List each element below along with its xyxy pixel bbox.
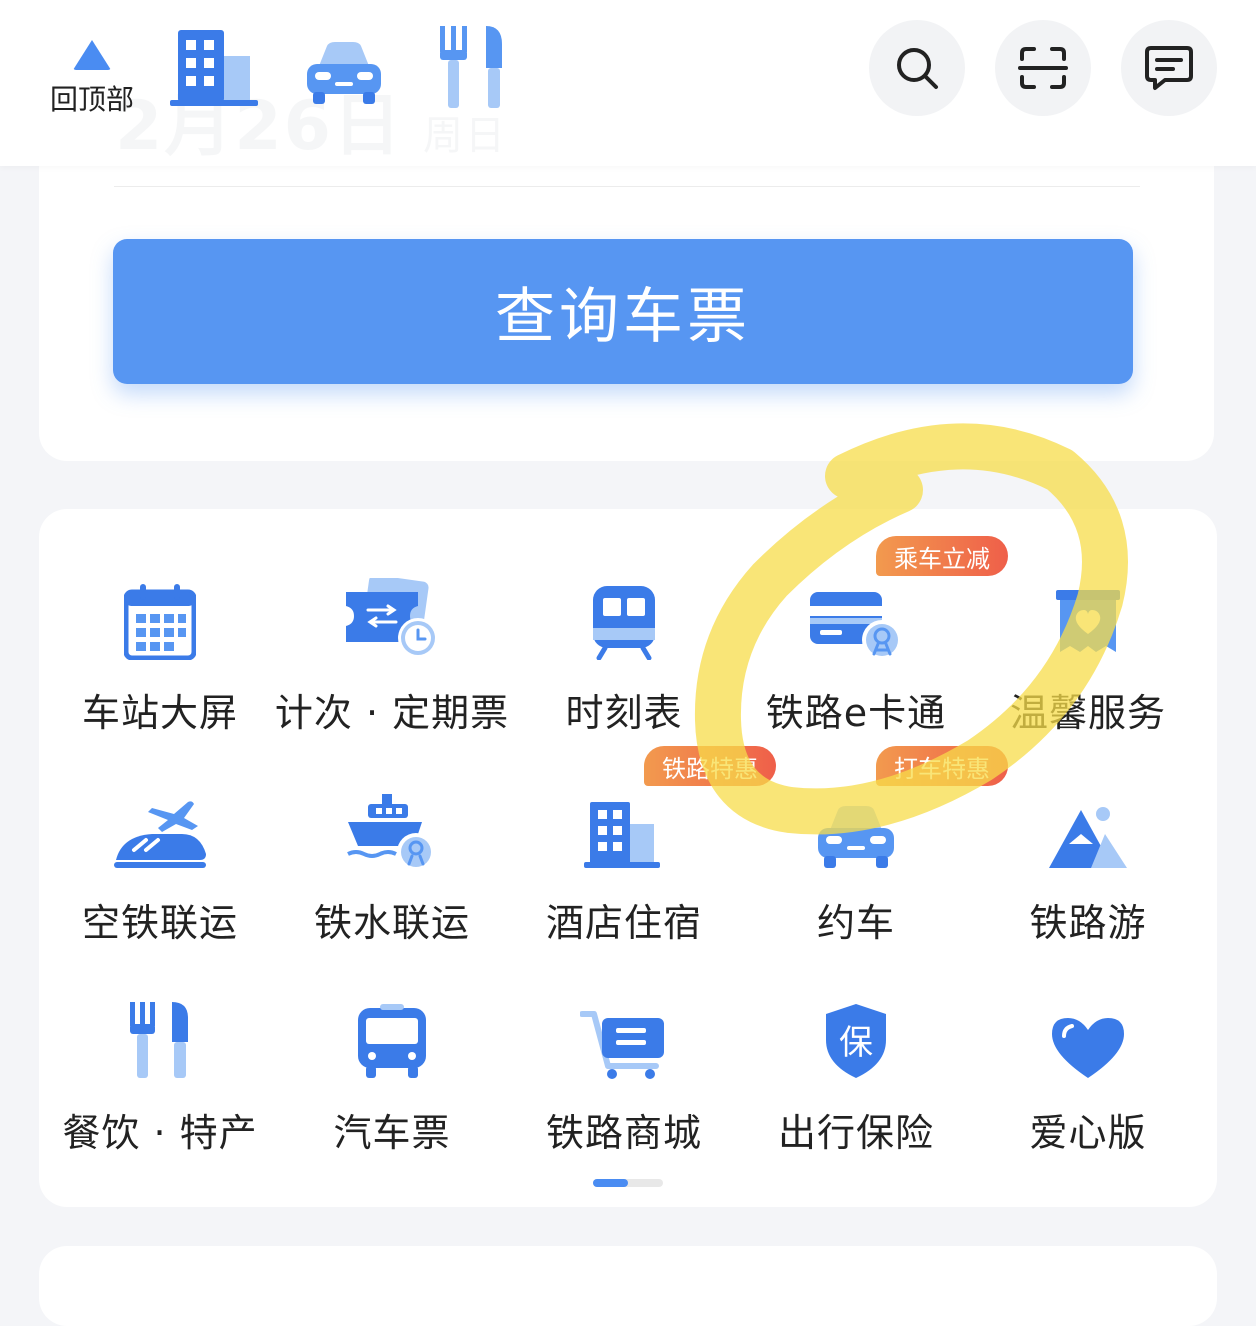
- hotel-shortcut-button[interactable]: [170, 24, 258, 112]
- service-timetable[interactable]: 时刻表: [508, 568, 740, 768]
- page-indicator-active: [593, 1179, 628, 1187]
- service-label: 铁水联运: [313, 901, 470, 945]
- back-to-top-button[interactable]: 回顶部: [44, 36, 140, 116]
- car-icon: [818, 806, 894, 868]
- fork-knife-icon: [130, 1002, 188, 1078]
- service-label: 出行保险: [777, 1111, 934, 1155]
- service-travel-insurance[interactable]: 保 出行保险: [740, 988, 972, 1188]
- heart-box-icon: [1056, 590, 1120, 652]
- search-button[interactable]: [869, 20, 965, 116]
- service-label: 铁路游: [1029, 901, 1147, 945]
- page-indicator: [593, 1179, 663, 1187]
- service-hotel[interactable]: 酒店住宿: [508, 778, 740, 978]
- service-food-specialty[interactable]: 餐饮 · 特产: [44, 988, 276, 1188]
- service-rail-tour[interactable]: 铁路游: [972, 778, 1204, 978]
- service-label: 空铁联运: [81, 901, 238, 945]
- service-label: 餐饮 · 特产: [62, 1111, 258, 1155]
- ship-rail-icon: [347, 794, 435, 870]
- scan-icon: [1018, 47, 1068, 89]
- service-rail-ecard[interactable]: 铁路e卡通: [740, 568, 972, 768]
- message-button[interactable]: [1121, 20, 1217, 116]
- search-icon: [897, 48, 938, 89]
- service-label: 计次 · 定期票: [274, 691, 510, 735]
- top-bar: 2月26日周日 回顶部: [0, 0, 1256, 166]
- service-bus-ticket[interactable]: 汽车票: [276, 988, 508, 1188]
- service-rail-water[interactable]: 铁水联运: [276, 778, 508, 978]
- shield-bao-icon: 保: [826, 1004, 886, 1078]
- service-air-rail[interactable]: 空铁联运: [44, 778, 276, 978]
- car-icon: [307, 42, 381, 104]
- heart-icon: [1052, 1018, 1124, 1078]
- service-label: 铁路商城: [545, 1111, 702, 1155]
- card-rail-icon: [810, 592, 902, 660]
- plane-train-icon: [114, 801, 206, 868]
- service-label: 爱心版: [1029, 1111, 1147, 1155]
- mountain-icon: [1049, 807, 1127, 868]
- service-care-version[interactable]: 爱心版: [972, 988, 1204, 1188]
- scan-button[interactable]: [995, 20, 1091, 116]
- train-front-icon: [593, 586, 655, 660]
- service-label: 约车: [816, 901, 895, 945]
- query-tickets-button[interactable]: 查询车票: [113, 239, 1133, 384]
- service-label: 铁路e卡通: [765, 691, 947, 735]
- service-count-periodic-ticket[interactable]: 计次 · 定期票: [274, 568, 510, 768]
- search-card-divider: [114, 186, 1140, 187]
- shield-char: 保: [839, 1023, 873, 1063]
- service-label: 汽车票: [333, 1111, 451, 1155]
- service-warm-service[interactable]: 温馨服务: [972, 568, 1204, 768]
- service-label: 温馨服务: [1009, 691, 1166, 735]
- ticket-clock-icon: [346, 578, 438, 658]
- food-shortcut-button[interactable]: [438, 24, 506, 114]
- up-arrow-icon: [73, 40, 111, 70]
- building-icon: [584, 802, 660, 868]
- service-label: 酒店住宿: [545, 901, 702, 945]
- building-icon: [170, 30, 258, 106]
- cart-icon: [580, 1011, 664, 1079]
- message-icon: [1145, 46, 1193, 90]
- calendar-grid-icon: [124, 584, 196, 660]
- bus-icon: [358, 1004, 426, 1078]
- service-station-screen[interactable]: 车站大屏: [44, 568, 276, 768]
- service-rail-mall[interactable]: 铁路商城: [508, 988, 740, 1188]
- back-to-top-label: 回顶部: [49, 83, 134, 116]
- service-label: 车站大屏: [81, 691, 238, 735]
- service-ride-hailing[interactable]: 约车: [740, 778, 972, 978]
- fork-knife-icon: [440, 26, 502, 108]
- ghost-weekday: 周日: [423, 113, 507, 159]
- service-label: 时刻表: [565, 691, 683, 735]
- car-shortcut-button[interactable]: [305, 38, 383, 110]
- next-card: [39, 1246, 1217, 1326]
